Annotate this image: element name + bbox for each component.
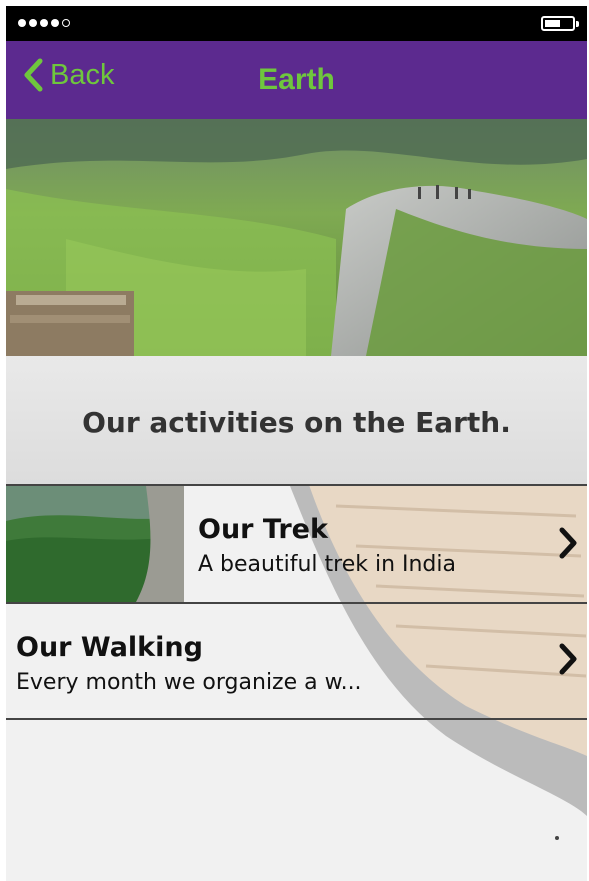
chevron-right-icon [559, 527, 577, 559]
item-subtitle: Every month we organize a w... [16, 670, 362, 695]
nav-bar: Back Earth [6, 41, 587, 119]
chevron-right-icon [559, 643, 577, 675]
list-item-trek[interactable]: Our Trek A beautiful trek in India [6, 484, 587, 604]
status-bar [6, 6, 587, 41]
battery-icon [541, 16, 579, 31]
hero-image [6, 119, 587, 356]
phone-screen: Back Earth Our activities on the Earth. … [6, 6, 587, 881]
item-title: Our Trek [198, 514, 328, 545]
item-subtitle: A beautiful trek in India [198, 552, 456, 577]
signal-dots-icon [18, 19, 70, 27]
trek-thumbnail [6, 486, 184, 602]
section-heading: Our activities on the Earth. [82, 406, 511, 439]
page-title: Earth [258, 63, 335, 96]
list-item-walking[interactable]: Our Walking Every month we organize a w.… [6, 602, 587, 720]
item-title: Our Walking [16, 632, 203, 663]
